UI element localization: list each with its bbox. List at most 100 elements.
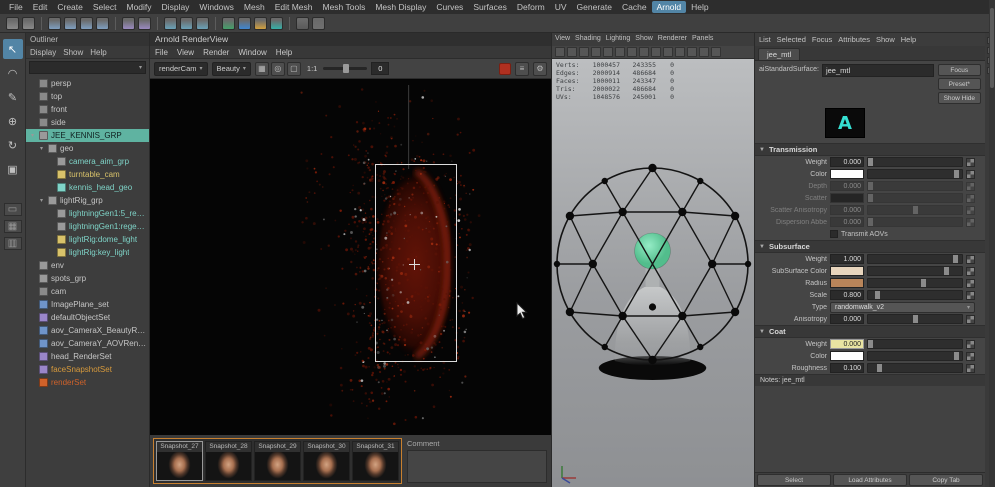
- dropdown-type[interactable]: randomwalk_v2▾: [830, 302, 975, 313]
- menu-select[interactable]: Select: [88, 1, 122, 13]
- snapshot-thumbnail[interactable]: Snapshot_31: [352, 441, 399, 481]
- shelf-icon-render-current[interactable]: [164, 17, 177, 30]
- viewport-canvas[interactable]: Verts:10004572433550Edges:20009144866840…: [552, 59, 754, 487]
- ae-footer-button-select[interactable]: Select: [757, 474, 831, 486]
- slider-scatter[interactable]: [867, 193, 963, 203]
- render-image-area[interactable]: [150, 79, 551, 435]
- gear-icon[interactable]: ⚙: [533, 62, 547, 76]
- expand-arrow-icon[interactable]: ▾: [29, 132, 36, 139]
- outliner-item[interactable]: cam: [26, 285, 149, 298]
- snapshot-thumbnail[interactable]: Snapshot_28: [205, 441, 252, 481]
- shelf-icon-render-settings[interactable]: [196, 17, 209, 30]
- ae-menu-focus[interactable]: Focus: [812, 35, 832, 44]
- expand-arrow-icon[interactable]: ▾: [38, 197, 45, 204]
- map-button-icon[interactable]: [966, 218, 975, 227]
- expand-arrow-icon[interactable]: ▾: [38, 145, 45, 152]
- map-button-icon[interactable]: [966, 170, 975, 179]
- slider-handle-icon[interactable]: [868, 340, 873, 348]
- image-plane-icon[interactable]: [603, 47, 613, 57]
- slider-weight[interactable]: [867, 254, 963, 264]
- slider-depth[interactable]: [867, 181, 963, 191]
- slider-scale[interactable]: [867, 290, 963, 300]
- outliner-item[interactable]: ▾JEE_KENNIS_GRP: [26, 129, 149, 142]
- outliner-item[interactable]: spots_grp: [26, 272, 149, 285]
- slider-scatter-anisotropy[interactable]: [867, 205, 963, 215]
- color-swatch-scatter[interactable]: [830, 193, 864, 203]
- outliner-item[interactable]: aov_CameraY_AOVRenderableID: [26, 337, 149, 350]
- menu-deform[interactable]: Deform: [512, 1, 550, 13]
- notes-area[interactable]: [755, 386, 985, 472]
- outliner-item[interactable]: side: [26, 116, 149, 129]
- select-camera-icon[interactable]: [555, 47, 565, 57]
- map-button-icon[interactable]: [966, 291, 975, 300]
- menu-curves[interactable]: Curves: [431, 1, 468, 13]
- value-field-scale[interactable]: 0.800: [830, 290, 864, 300]
- outliner-menu-show[interactable]: Show: [63, 48, 83, 56]
- snapshot-camera-icon[interactable]: ▦: [255, 62, 269, 76]
- viewport-menu-show[interactable]: Show: [635, 35, 653, 44]
- shelf-icon-snap-grid[interactable]: [48, 17, 61, 30]
- slider-knob-icon[interactable]: [343, 64, 349, 73]
- select-tool[interactable]: ↖: [3, 39, 23, 59]
- paint-select-tool[interactable]: ✎: [3, 87, 23, 107]
- map-button-icon[interactable]: [966, 182, 975, 191]
- viewport-menu-view[interactable]: View: [555, 35, 570, 44]
- menu-file[interactable]: File: [4, 1, 28, 13]
- outliner-item[interactable]: camera_aim_grp: [26, 155, 149, 168]
- single-pane-layout-button[interactable]: ▭: [4, 203, 22, 216]
- value-field-weight[interactable]: 1.000: [830, 254, 864, 264]
- value-field-weight[interactable]: 0.000: [830, 157, 864, 167]
- rotate-tool[interactable]: ↻: [3, 135, 23, 155]
- viewport-menu-renderer[interactable]: Renderer: [658, 35, 687, 44]
- outliner-item[interactable]: faceSnapshotSet: [26, 363, 149, 376]
- map-button-icon[interactable]: [966, 267, 975, 276]
- exposure-slider[interactable]: [323, 67, 367, 70]
- viewport-menu-panels[interactable]: Panels: [692, 35, 713, 44]
- menu-mesh[interactable]: Mesh: [239, 1, 270, 13]
- outliner-item[interactable]: renderSet: [26, 376, 149, 389]
- film-gate-icon[interactable]: [651, 47, 661, 57]
- scrollbar-handle[interactable]: [990, 8, 994, 88]
- slider-handle-icon[interactable]: [875, 291, 880, 299]
- outliner-item[interactable]: turntable_cam: [26, 168, 149, 181]
- map-button-icon[interactable]: [966, 364, 975, 373]
- bookmark-icon[interactable]: [591, 47, 601, 57]
- slider-handle-icon[interactable]: [868, 218, 873, 226]
- shelf-icon-play[interactable]: [296, 17, 309, 30]
- section-header-coat[interactable]: ▼Coat: [755, 325, 985, 338]
- shelf-icon-loop[interactable]: [312, 17, 325, 30]
- outliner-item[interactable]: aov_CameraX_BeautyRenderableID: [26, 324, 149, 337]
- viewport-menu-shading[interactable]: Shading: [575, 35, 601, 44]
- menu-edit-mesh[interactable]: Edit Mesh: [270, 1, 318, 13]
- outliner-item[interactable]: persp: [26, 77, 149, 90]
- menu-mesh-display[interactable]: Mesh Display: [370, 1, 431, 13]
- outliner-item[interactable]: defaultObjectSet: [26, 311, 149, 324]
- slider-handle-icon[interactable]: [944, 267, 949, 275]
- shelf-icon-mash[interactable]: [254, 17, 267, 30]
- checkbox-transmit-aovs[interactable]: [830, 230, 838, 238]
- ae-tab-jee-mtl[interactable]: jee_mtl: [758, 48, 800, 60]
- arnold-material-swatch[interactable]: A: [825, 108, 865, 138]
- exposure-value-field[interactable]: 0: [371, 62, 389, 75]
- move-tool[interactable]: ⊕: [3, 111, 23, 131]
- shelf-icon-ipr-render[interactable]: [180, 17, 193, 30]
- slider-color[interactable]: [867, 351, 963, 361]
- menu-arnold[interactable]: Arnold: [652, 1, 687, 13]
- shelf-icon-snap-plane[interactable]: [96, 17, 109, 30]
- outliner-menu-help[interactable]: Help: [90, 48, 106, 56]
- color-swatch-radius[interactable]: [830, 278, 864, 288]
- notes-bar[interactable]: Notes: jee_mtl: [755, 374, 985, 386]
- slider-dispersion-abbe[interactable]: [867, 217, 963, 227]
- aov-dropdown[interactable]: Beauty ▾: [212, 62, 251, 76]
- isolate-select-icon[interactable]: ◎: [271, 62, 285, 76]
- color-swatch-color[interactable]: [830, 351, 864, 361]
- ae-menu-help[interactable]: Help: [901, 35, 916, 44]
- section-header-subsurface[interactable]: ▼Subsurface: [755, 240, 985, 253]
- slider-weight[interactable]: [867, 157, 963, 167]
- ae-footer-button-load-attributes[interactable]: Load Attributes: [833, 474, 907, 486]
- outliner-item[interactable]: lightningGen1:regen_dome: [26, 220, 149, 233]
- two-pane-layout-button[interactable]: ▥: [4, 237, 22, 250]
- slider-handle-icon[interactable]: [954, 352, 959, 360]
- outliner-item[interactable]: lightRig:dome_light: [26, 233, 149, 246]
- 2d-pan-zoom-icon[interactable]: [615, 47, 625, 57]
